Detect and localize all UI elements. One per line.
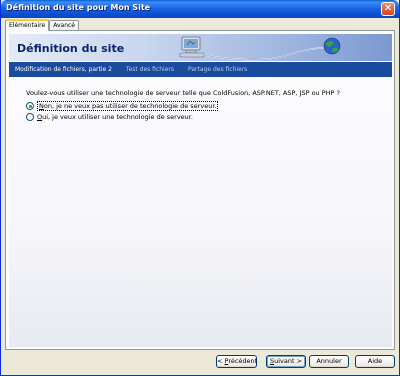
step-partage-fichiers: Partage des fichiers	[188, 66, 248, 73]
wizard-banner: Définition du site	[9, 34, 392, 62]
tab-panel: Définition du site Modification de fichi…	[5, 30, 395, 350]
step-modification-fichiers: Modification de fichiers, partie 2	[15, 66, 112, 73]
server-tech-question: Voulez-vous utiliser une technologie de …	[26, 89, 340, 97]
previous-button[interactable]: < Précédent	[216, 355, 257, 368]
window-title: Définition du site pour Mon Site	[6, 3, 151, 12]
title-bar[interactable]: Définition du site pour Mon Site ✕	[1, 0, 399, 18]
tab-elementaire[interactable]: Elémentaire	[5, 19, 50, 31]
step-test-fichiers: Test des fichiers	[125, 66, 175, 73]
radio-no[interactable]	[26, 102, 34, 110]
next-button[interactable]: Suivant >	[266, 355, 306, 368]
option-yes-server-tech[interactable]: Oui, je veux utiliser une technologie de…	[26, 113, 193, 121]
site-definition-window: Définition du site pour Mon Site ✕ Eléme…	[0, 0, 400, 376]
option-no-server-tech[interactable]: Non, je ne veux pas utiliser de technolo…	[26, 101, 219, 111]
computer-icon	[179, 36, 205, 58]
close-icon[interactable]: ✕	[381, 2, 395, 16]
button-bar: < Précédent Suivant > Annuler Aide	[1, 352, 399, 374]
banner-title: Définition du site	[17, 42, 125, 55]
radio-yes[interactable]	[26, 113, 34, 121]
wizard-steps: Modification de fichiers, partie 2 Test …	[9, 62, 392, 77]
option-no-label[interactable]: Non, je ne veux pas utiliser de technolo…	[37, 101, 219, 111]
banner-illustration	[179, 36, 341, 61]
help-button[interactable]: Aide	[355, 355, 395, 368]
cancel-button[interactable]: Annuler	[309, 355, 349, 368]
globe-icon	[323, 37, 341, 55]
option-yes-label[interactable]: Oui, je veux utiliser une technologie de…	[37, 113, 193, 121]
